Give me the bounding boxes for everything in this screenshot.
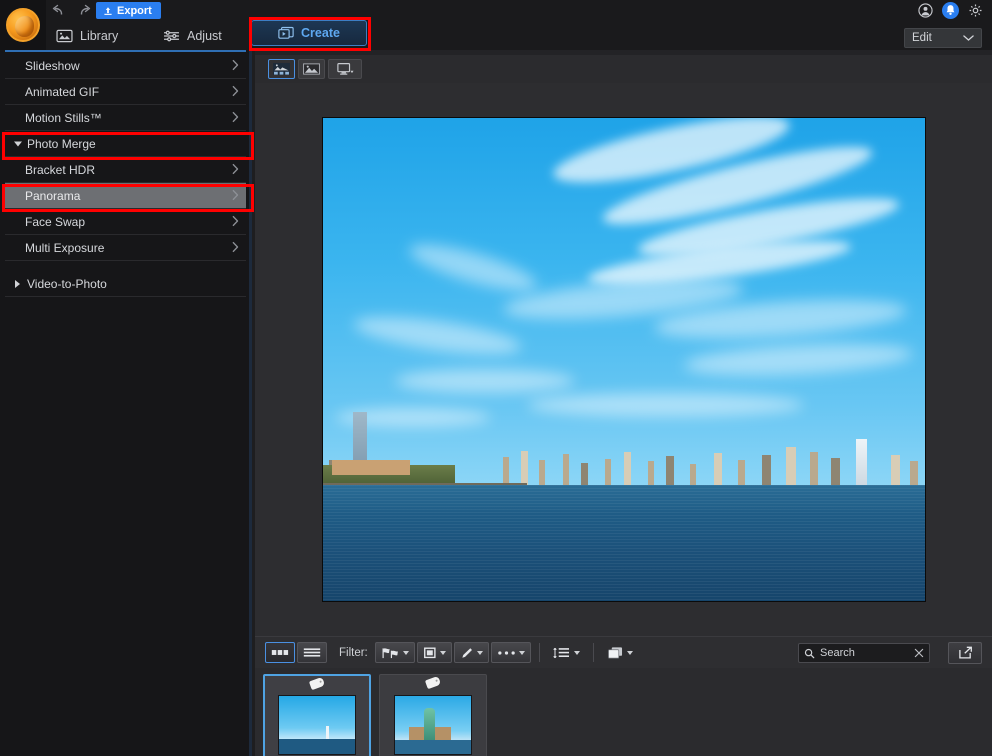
sidebar-item-motion-stills[interactable]: Motion Stills™ (5, 105, 246, 131)
account-avatar-icon[interactable] (917, 2, 934, 19)
create-sidebar: Slideshow Animated GIF Motion Stills™ Photo… (0, 50, 252, 756)
edit-dropdown[interactable]: Edit (904, 28, 982, 48)
sidebar-top-accent (5, 50, 246, 52)
chevron-right-icon (15, 280, 20, 288)
stack-group-icon[interactable] (602, 642, 638, 663)
redo-arrow-icon[interactable] (76, 2, 95, 19)
divider (539, 643, 540, 662)
sort-order-icon[interactable] (548, 642, 585, 663)
top-right-icon-group (917, 2, 984, 19)
sidebar-item-label: Panorama (25, 189, 80, 203)
sidebar-item-label: Video-to-Photo (27, 277, 107, 291)
edit-dropdown-label: Edit (912, 32, 932, 44)
thumbnail-item[interactable] (263, 674, 371, 756)
tag-icon (425, 676, 441, 689)
sidebar-item-list: Slideshow Animated GIF Motion Stills™ Photo… (5, 53, 246, 297)
sidebar-item-label: Animated GIF (25, 85, 99, 99)
harbor-water (323, 485, 925, 601)
sidebar-item-label: Photo Merge (27, 137, 96, 151)
sidebar-item-bracket-hdr[interactable]: Bracket HDR (5, 157, 246, 183)
create-slides-icon (278, 26, 294, 40)
chevron-down-icon (403, 651, 409, 655)
flag-filter-icon[interactable] (375, 642, 415, 663)
browser-view-icon[interactable] (268, 59, 295, 79)
app-logo[interactable] (0, 0, 46, 50)
chevron-down-icon (477, 651, 483, 655)
thumbnail-image (278, 695, 356, 755)
chevron-right-icon (232, 240, 239, 255)
preview-image[interactable] (322, 117, 926, 602)
top-toolbar: Export (0, 0, 992, 22)
undo-redo-group (48, 2, 95, 19)
divider (593, 643, 594, 662)
module-menu-bar: Library Adjust (0, 22, 992, 50)
marker-filter-icon[interactable] (454, 642, 489, 663)
sidebar-item-label: Multi Exposure (25, 241, 104, 255)
photo-canvas (255, 83, 992, 636)
gear-icon[interactable] (967, 2, 984, 19)
sidebar-item-label: Bracket HDR (25, 163, 95, 177)
search-input-value: Search (820, 647, 909, 659)
sidebar-item-label: Face Swap (25, 215, 85, 229)
close-x-icon[interactable] (914, 648, 924, 658)
library-photo-icon (56, 29, 73, 43)
ellis-island-building (332, 460, 410, 475)
export-label: Export (117, 5, 152, 17)
export-button[interactable]: Export (96, 2, 161, 19)
list-rows-icon[interactable] (297, 642, 327, 663)
chevron-down-icon (963, 34, 974, 42)
one-wtc-spire (860, 117, 862, 118)
rating-square-filter-icon[interactable] (417, 642, 452, 663)
menu-item-adjust-label: Adjust (187, 29, 222, 43)
notification-bell-icon[interactable] (942, 2, 959, 19)
thumbnail-item[interactable] (379, 674, 487, 756)
open-external-icon[interactable] (948, 642, 982, 664)
photodirector-window: Export Library Adjust (0, 0, 992, 756)
sidebar-item-label: Slideshow (25, 59, 80, 73)
search-icon (804, 648, 815, 659)
menu-item-adjust[interactable]: Adjust (163, 22, 222, 50)
sidebar-item-panorama[interactable]: Panorama (5, 183, 246, 209)
sidebar-item-face-swap[interactable]: Face Swap (5, 209, 246, 235)
more-dots-filter-icon[interactable] (491, 642, 531, 663)
tag-icon (309, 677, 325, 690)
chevron-right-icon (232, 188, 239, 203)
sidebar-item-label: Motion Stills™ (25, 111, 102, 125)
sliders-icon (163, 29, 180, 43)
menu-item-library-label: Library (80, 29, 118, 43)
sidebar-spacer (5, 261, 246, 271)
thumbnail-grid-icon[interactable] (265, 642, 295, 663)
display-mode-icon[interactable] (328, 59, 362, 79)
chevron-down-icon (14, 141, 22, 146)
filter-toolbar: Filter: (255, 636, 992, 668)
sidebar-item-animated-gif[interactable]: Animated GIF (5, 79, 246, 105)
statue-pedestal (409, 727, 452, 740)
upload-icon (103, 6, 113, 16)
sidebar-item-slideshow[interactable]: Slideshow (5, 53, 246, 79)
undo-arrow-icon[interactable] (48, 2, 67, 19)
filter-label: Filter: (339, 647, 368, 659)
chevron-down-icon (627, 651, 633, 655)
chevron-down-icon (440, 651, 446, 655)
photodirector-logo-icon (6, 8, 40, 42)
chevron-down-icon (519, 651, 525, 655)
thumbnail-image (394, 695, 472, 755)
chevron-right-icon (232, 84, 239, 99)
view-mode-bar (255, 55, 992, 83)
chevron-right-icon (232, 162, 239, 177)
menu-item-library[interactable]: Library (56, 22, 118, 50)
tab-create-label: Create (301, 26, 340, 40)
search-input[interactable]: Search (798, 643, 930, 663)
main-panel: Filter: (255, 50, 992, 756)
thumbnail-filmstrip (255, 668, 992, 756)
sidebar-item-video-to-photo[interactable]: Video-to-Photo (5, 271, 246, 297)
chevron-right-icon (232, 58, 239, 73)
tab-create[interactable]: Create (251, 20, 367, 46)
chevron-right-icon (232, 110, 239, 125)
viewer-view-icon[interactable] (298, 59, 325, 79)
chevron-down-icon (574, 651, 580, 655)
sidebar-item-multi-exposure[interactable]: Multi Exposure (5, 235, 246, 261)
sidebar-item-photo-merge[interactable]: Photo Merge (5, 131, 246, 157)
chevron-right-icon (232, 214, 239, 229)
